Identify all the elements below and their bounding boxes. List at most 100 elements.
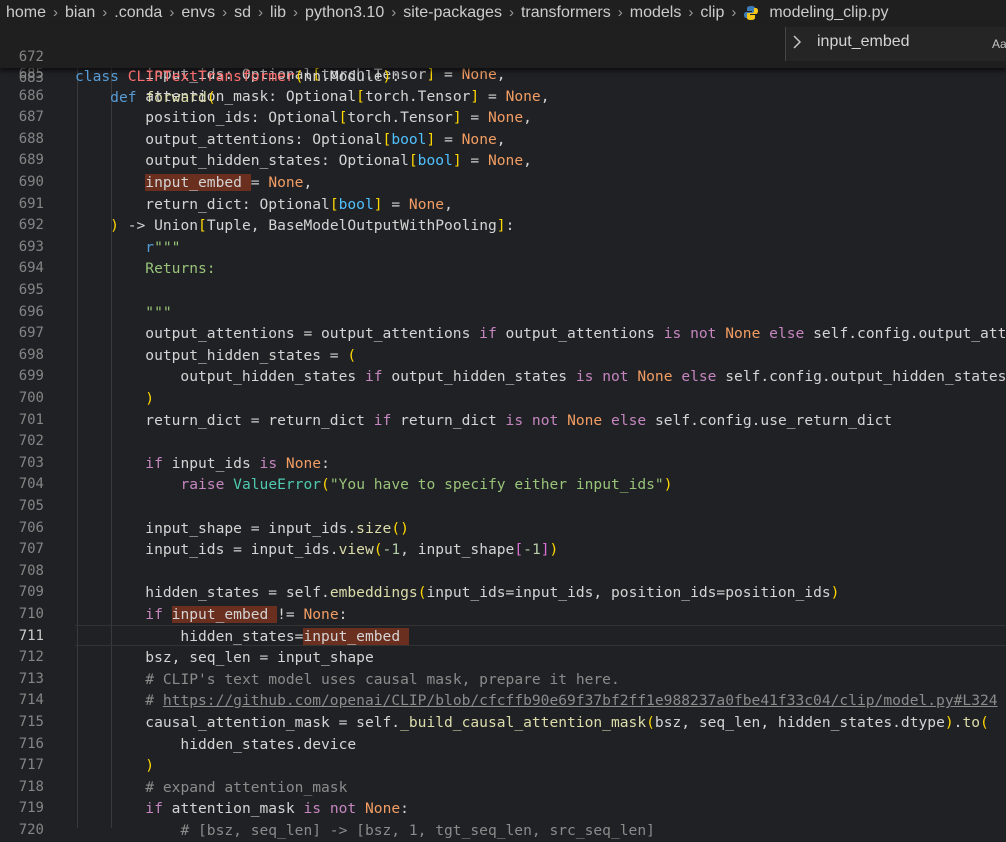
code-line[interactable]: 716 hidden_states.device — [0, 734, 1006, 756]
breadcrumb-item[interactable]: models — [628, 4, 684, 22]
code-line[interactable]: 704 raise ValueError("You have to specif… — [0, 474, 1006, 496]
code-line[interactable]: 712 bsz, seq_len = input_shape — [0, 647, 1006, 669]
code-text: ) — [145, 390, 155, 407]
line-number: 700 — [18, 390, 44, 406]
code-line[interactable]: 703 if input_ids is None: — [0, 453, 1006, 475]
code-text: # expand attention_mask — [145, 778, 348, 796]
code-line[interactable]: 709 hidden_states = self.embeddings(inpu… — [0, 582, 1006, 604]
breadcrumb-separator-icon: › — [731, 4, 737, 21]
line-number: 713 — [18, 670, 44, 687]
code-text: hidden_states = self.embeddings(input_id… — [75, 584, 840, 602]
chevron-right-icon[interactable] — [792, 35, 802, 53]
code-text: output_attentions: Optional[bool] = None… — [75, 130, 506, 148]
code-line[interactable]: 693 r""" — [0, 237, 1006, 259]
line-number: 701 — [18, 411, 44, 428]
code-text: bsz, seq_len = input_shape — [75, 649, 374, 667]
code-line[interactable]: 715 causal_attention_mask = self._build_… — [0, 712, 1006, 734]
line-number: 710 — [18, 606, 44, 622]
code-text: """ — [145, 303, 172, 321]
code-line[interactable]: 717 ) — [0, 755, 1006, 777]
code-text: input_embed = None, — [145, 174, 313, 191]
code-line[interactable]: 702 — [0, 431, 1006, 453]
code-line[interactable]: 700 ) — [0, 388, 1006, 410]
code-line[interactable]: 692 ) -> Union[Tuple, BaseModelOutputWit… — [0, 215, 1006, 237]
code-line[interactable]: 713 # CLIP's text model uses causal mask… — [0, 669, 1006, 691]
breadcrumb-separator-icon: › — [102, 4, 108, 21]
match-case-toggle[interactable]: Aa — [992, 37, 1006, 51]
code-text: Returns: — [145, 260, 216, 278]
breadcrumb: home › bian › .conda › envs › sd › lib › python3.10 ›… — [0, 0, 1006, 25]
code-line[interactable]: 707 input_ids = input_ids.view(-1, input… — [0, 539, 1006, 561]
code-text: output_attentions = output_attentions if… — [75, 325, 1006, 343]
find-input[interactable]: input_embed — [817, 33, 910, 51]
code-line[interactable]: 698 output_hidden_states = ( — [0, 345, 1006, 367]
line-number: 718 — [18, 778, 44, 795]
code-text: hidden_states=input_embed — [75, 627, 409, 645]
code-text: hidden_states.device — [75, 735, 357, 753]
code-text: return_dict: Optional[bool] = None, — [75, 195, 453, 213]
code-text: # https://github.com/openai/CLIP/blob/cf… — [145, 692, 998, 710]
code-line[interactable]: 714 # https://github.com/openai/CLIP/blo… — [0, 690, 1006, 712]
code-text: input_shape = input_ids.size() — [75, 519, 409, 537]
code-text: return_dict = return_dict if return_dict… — [75, 411, 893, 429]
line-number: 720 — [18, 822, 44, 838]
line-number: 719 — [18, 800, 44, 817]
python-file-icon — [743, 5, 759, 21]
code-line[interactable]: 694 Returns: — [0, 258, 1006, 280]
breadcrumb-item[interactable]: clip — [698, 4, 726, 22]
code-line[interactable]: 711 hidden_states=input_embed — [0, 626, 1006, 648]
line-number: 697 — [18, 325, 44, 342]
code-line[interactable]: 697 output_attentions = output_attention… — [0, 323, 1006, 345]
line-number: 696 — [18, 303, 44, 320]
code-line[interactable]: 690 input_embed = None, — [0, 172, 1006, 194]
line-number: 689 — [18, 152, 44, 169]
code-line[interactable]: 695 — [0, 280, 1006, 302]
breadcrumb-separator-icon: › — [169, 4, 175, 21]
breadcrumb-item[interactable]: home — [0, 4, 48, 22]
breadcrumb-item[interactable]: .conda — [112, 4, 164, 22]
line-number: 702 — [18, 433, 44, 450]
code-text: output_hidden_states: Optional[bool] = N… — [75, 152, 532, 170]
line-number: 688 — [18, 130, 44, 147]
code-line[interactable]: 718 # expand attention_mask — [0, 777, 1006, 799]
breadcrumb-item[interactable]: envs — [179, 4, 217, 22]
line-number: 703 — [18, 454, 44, 471]
breadcrumb-item[interactable]: modeling_clip.py — [767, 4, 890, 22]
code-line[interactable]: 689 output_hidden_states: Optional[bool]… — [0, 150, 1006, 172]
line-number: 690 — [18, 174, 44, 190]
code-line[interactable]: 708 — [0, 561, 1006, 583]
breadcrumb-item[interactable]: site-packages — [401, 4, 504, 22]
code-line[interactable]: 699 output_hidden_states if output_hidde… — [0, 366, 1006, 388]
code-text: if input_ids is None: — [145, 454, 330, 472]
code-text: def forward( — [110, 89, 216, 106]
code-text: r""" — [145, 238, 181, 256]
breadcrumb-item[interactable]: lib — [268, 4, 288, 22]
breadcrumb-item[interactable]: python3.10 — [303, 4, 386, 22]
breadcrumb-separator-icon: › — [391, 4, 397, 21]
line-number: 716 — [18, 735, 44, 752]
code-line[interactable]: 719 if attention_mask is not None: — [0, 798, 1006, 820]
code-line[interactable]: 705 — [0, 496, 1006, 518]
breadcrumb-separator-icon: › — [688, 4, 694, 21]
code-text: output_hidden_states = ( — [75, 346, 357, 364]
breadcrumb-separator-icon: › — [293, 4, 299, 21]
code-line[interactable]: 720 # [bsz, seq_len] -> [bsz, 1, tgt_seq… — [0, 820, 1006, 842]
code-line[interactable]: 701 return_dict = return_dict if return_… — [0, 410, 1006, 432]
line-number: 683 — [18, 70, 44, 86]
line-number: 712 — [18, 649, 44, 666]
code-line[interactable]: 691 return_dict: Optional[bool] = None, — [0, 194, 1006, 216]
breadcrumb-item[interactable]: sd — [232, 4, 253, 22]
line-number: 709 — [18, 584, 44, 601]
line-number: 715 — [18, 714, 44, 730]
find-widget[interactable]: input_embed Aa — [785, 27, 1006, 61]
line-number: 717 — [18, 757, 44, 774]
code-line[interactable]: 696 """ — [0, 302, 1006, 324]
breadcrumb-item[interactable]: transformers — [519, 4, 613, 22]
code-line[interactable]: 687 position_ids: Optional[torch.Tensor]… — [0, 107, 1006, 129]
code-line[interactable]: 706 input_shape = input_ids.size() — [0, 518, 1006, 540]
breadcrumb-item[interactable]: bian — [63, 4, 97, 22]
code-line[interactable]: 688 output_attentions: Optional[bool] = … — [0, 129, 1006, 151]
breadcrumb-separator-icon: › — [617, 4, 623, 21]
code-text: position_ids: Optional[torch.Tensor] = N… — [75, 109, 532, 127]
code-line[interactable]: 710 if input_embed != None: — [0, 604, 1006, 626]
